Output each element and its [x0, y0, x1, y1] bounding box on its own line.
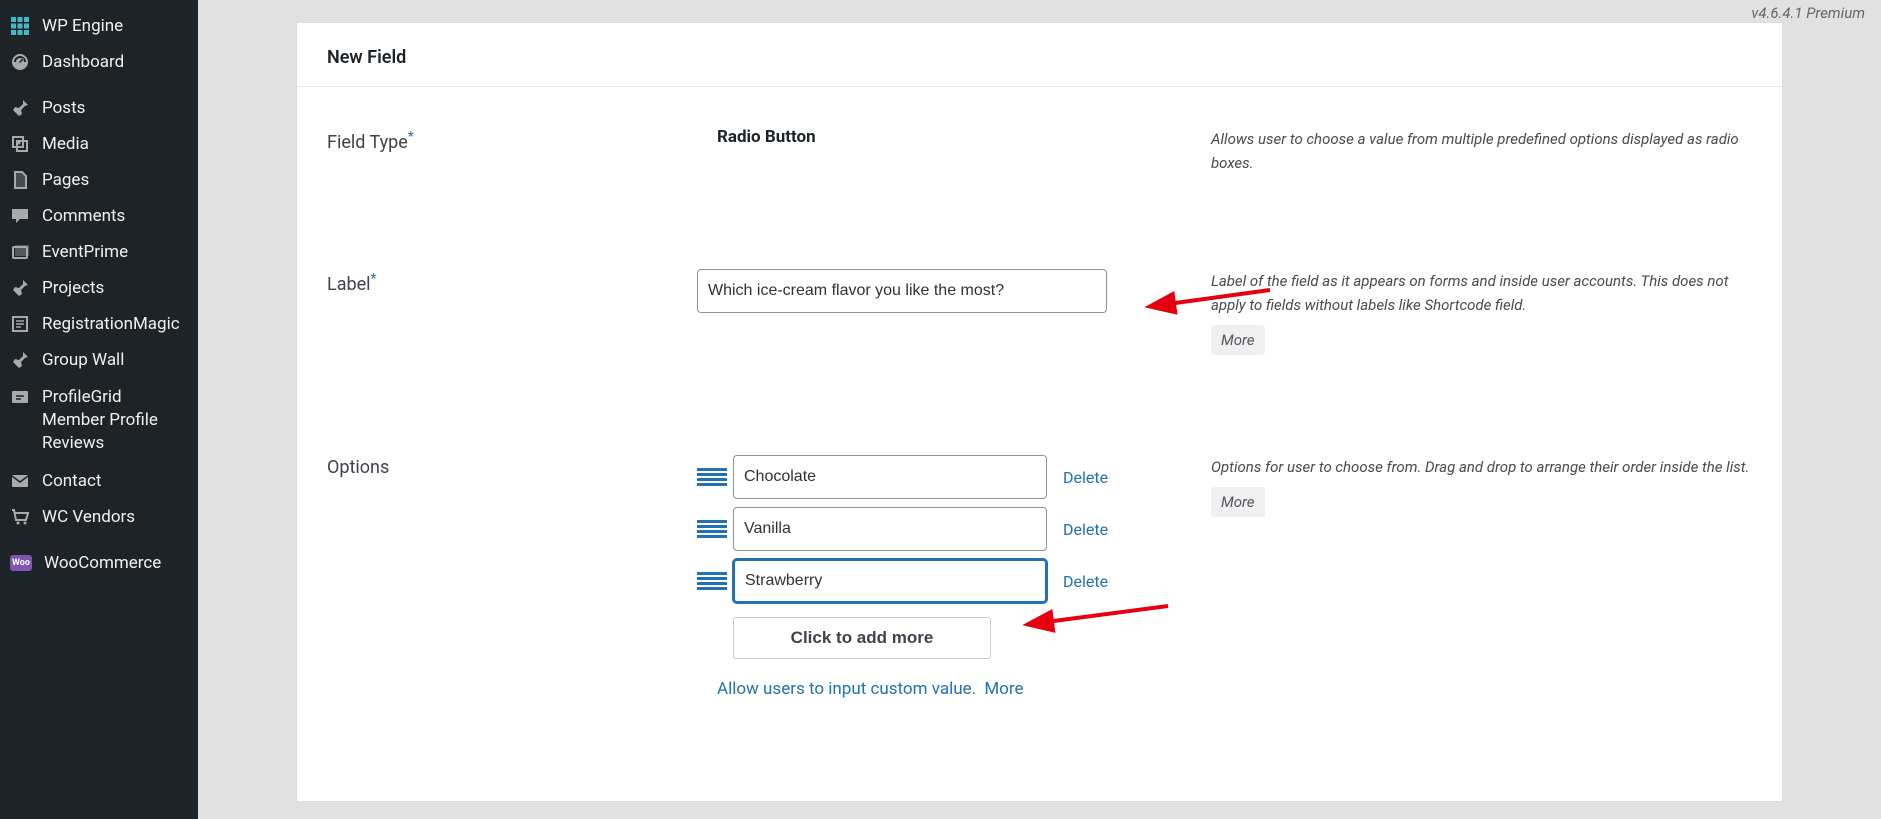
sidebar-item-eventprime[interactable]: EventPrime [0, 234, 198, 270]
sidebar-item-label: ProfileGrid Member Profile Reviews [42, 386, 188, 455]
sidebar-item-wpengine[interactable]: WP Engine [0, 8, 198, 44]
options-label: Options [327, 457, 389, 478]
drag-handle-icon[interactable] [697, 572, 727, 590]
cart-icon [10, 507, 30, 527]
sidebar-item-label: EventPrime [42, 242, 128, 262]
media-icon [10, 134, 30, 154]
field-type-help: Allows user to choose a value from multi… [1207, 127, 1752, 175]
sidebar-item-label: Dashboard [42, 52, 124, 72]
page-icon [10, 170, 30, 190]
drag-handle-icon[interactable] [697, 520, 727, 538]
envelope-icon [10, 471, 30, 491]
sidebar-item-projects[interactable]: Projects [0, 270, 198, 306]
field-panel: New Field Field Type* Radio Button Allow… [296, 22, 1783, 802]
option-row: Delete [697, 559, 1207, 603]
content-area: v4.6.4.1 Premium New Field Field Type* R… [198, 0, 1881, 819]
sidebar-item-registrationmagic[interactable]: RegistrationMagic [0, 306, 198, 342]
version-label: v4.6.4.1 Premium [1751, 4, 1865, 22]
drag-handle-icon[interactable] [697, 468, 727, 486]
option-input-3[interactable] [733, 559, 1047, 603]
pin-icon [10, 278, 30, 298]
sidebar-item-comments[interactable]: Comments [0, 198, 198, 234]
sidebar-item-profilegrid[interactable]: ProfileGrid Member Profile Reviews [0, 378, 198, 463]
sidebar-item-groupwall[interactable]: Group Wall [0, 342, 198, 378]
row-label: Label* Label of the field as it appears … [327, 269, 1752, 355]
field-type-label: Field Type [327, 132, 408, 153]
option-row: Delete [697, 455, 1207, 499]
sidebar-item-label: Pages [42, 170, 89, 190]
sidebar-item-posts[interactable]: Posts [0, 90, 198, 126]
gauge-icon [10, 52, 30, 72]
label-field-label: Label [327, 274, 371, 295]
sidebar-item-label: Comments [42, 206, 125, 226]
label-input[interactable] [697, 269, 1107, 313]
custom-value-more-link[interactable]: More [984, 679, 1023, 699]
sidebar-item-label: WooCommerce [44, 553, 161, 573]
options-help: Options for user to choose from. Drag an… [1211, 458, 1749, 476]
field-type-value: Radio Button [697, 127, 1207, 147]
row-options: Options Delete Delet [327, 455, 1752, 699]
options-more-button[interactable]: More [1211, 487, 1265, 517]
required-asterisk: * [408, 129, 414, 145]
sidebar-item-label: WC Vendors [42, 507, 135, 527]
admin-sidebar: WP Engine Dashboard Posts Media Pages Co… [0, 0, 198, 819]
option-row: Delete [697, 507, 1207, 551]
pin-icon [10, 350, 30, 370]
sidebar-item-label: Contact [42, 471, 101, 491]
label-more-button[interactable]: More [1211, 325, 1265, 355]
sidebar-item-dashboard[interactable]: Dashboard [0, 44, 198, 80]
sidebar-item-label: Projects [42, 278, 104, 298]
row-field-type: Field Type* Radio Button Allows user to … [327, 127, 1752, 175]
required-asterisk: * [371, 271, 377, 287]
add-more-button[interactable]: Click to add more [733, 617, 991, 659]
review-box-icon [10, 388, 30, 408]
option-delete-link[interactable]: Delete [1063, 520, 1108, 539]
sidebar-item-woocommerce[interactable]: Woo WooCommerce [0, 545, 198, 581]
option-delete-link[interactable]: Delete [1063, 572, 1108, 591]
comment-icon [10, 206, 30, 226]
sidebar-item-pages[interactable]: Pages [0, 162, 198, 198]
pin-icon [10, 98, 30, 118]
option-delete-link[interactable]: Delete [1063, 468, 1108, 487]
form-icon [10, 314, 30, 334]
sidebar-item-label: Media [42, 134, 89, 154]
sidebar-item-contact[interactable]: Contact [0, 463, 198, 499]
panel-title: New Field [327, 47, 1752, 68]
sidebar-item-label: RegistrationMagic [42, 314, 180, 334]
sidebar-item-label: WP Engine [42, 16, 123, 36]
option-input-1[interactable] [733, 455, 1047, 499]
woo-icon: Woo [10, 555, 32, 571]
sidebar-item-wcvendors[interactable]: WC Vendors [0, 499, 198, 535]
sidebar-item-media[interactable]: Media [0, 126, 198, 162]
label-help: Label of the field as it appears on form… [1211, 272, 1728, 314]
option-input-2[interactable] [733, 507, 1047, 551]
custom-value-link[interactable]: Allow users to input custom value. [717, 679, 976, 699]
sidebar-item-label: Group Wall [42, 350, 124, 370]
sidebar-item-label: Posts [42, 98, 85, 118]
calendar-stack-icon [10, 242, 30, 262]
wpengine-icon [10, 16, 30, 36]
